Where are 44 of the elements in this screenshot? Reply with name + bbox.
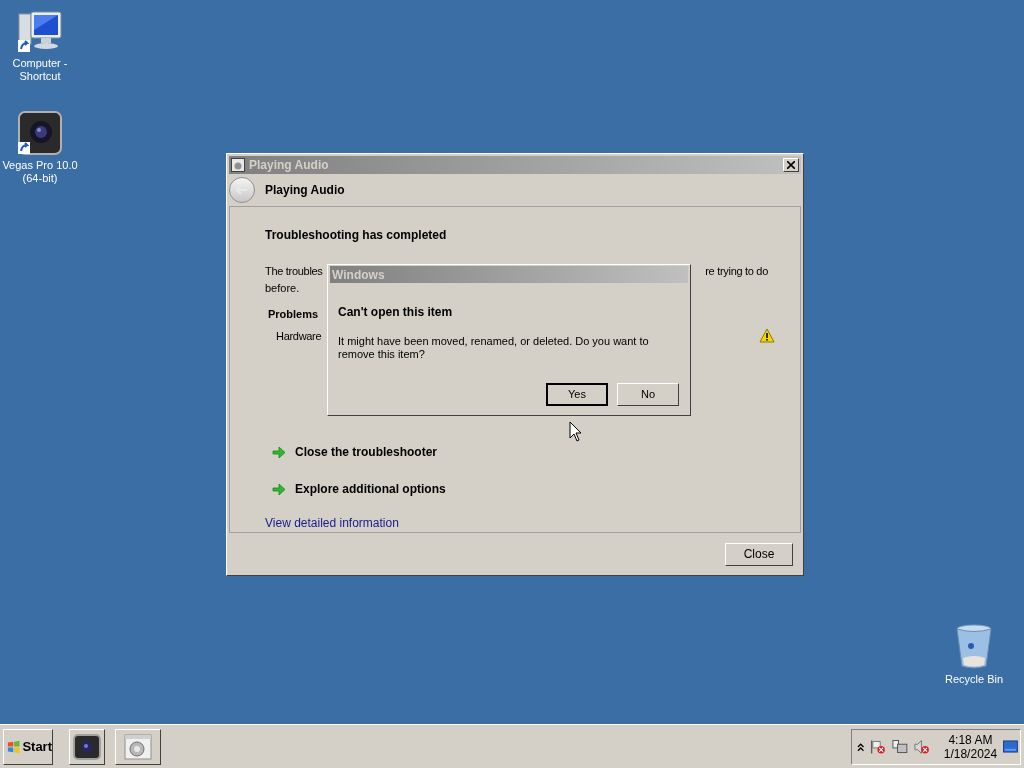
arrow-icon	[272, 445, 286, 459]
close-button[interactable]	[783, 158, 799, 172]
speaker-muted-icon[interactable]	[914, 738, 930, 755]
result-heading: Troubleshooting has completed	[265, 227, 448, 244]
taskbar-button[interactable]	[69, 728, 105, 765]
computer-icon	[17, 10, 63, 54]
problem-name: Hardware	[276, 328, 322, 344]
arrow-icon	[272, 482, 286, 496]
windows-logo-icon	[7, 739, 21, 754]
camera-icon	[73, 733, 101, 760]
clock-time[interactable]: 4:18 AM	[948, 732, 993, 747]
camera-icon	[17, 110, 63, 156]
show-desktop-icon[interactable]	[1003, 740, 1018, 753]
start-button[interactable]: Start	[3, 728, 53, 765]
close-window-button[interactable]: Close	[725, 542, 793, 566]
chevron-up-icon[interactable]	[857, 741, 865, 752]
details-link[interactable]: View detailed information	[265, 514, 399, 532]
problems-label: Problems	[268, 307, 319, 322]
dialog-button[interactable]: No	[617, 383, 679, 406]
mouse-pointer-icon	[569, 421, 582, 442]
option-link[interactable]: Close the troubleshooter	[295, 443, 437, 461]
result-message: The troubles	[265, 264, 323, 279]
taskbar-button[interactable]	[115, 728, 161, 765]
desktop-icon-label[interactable]: Computer - Shortcut	[1, 57, 79, 83]
flag-error-icon[interactable]	[870, 738, 887, 755]
clock-date[interactable]: 1/18/2024	[943, 746, 998, 761]
desktop-icon-label[interactable]: Recycle Bin	[935, 673, 1013, 686]
dialog-heading: Can't open this item	[338, 304, 454, 321]
window-icon	[231, 158, 245, 172]
back-arrow-icon	[236, 185, 248, 195]
desktop-icon-label[interactable]: Vegas Pro 10.0 (64-bit)	[1, 159, 79, 185]
network-icon[interactable]	[892, 738, 908, 755]
result-message: re trying to do	[705, 264, 768, 279]
window-title: Playing Audio	[249, 157, 329, 174]
page-header: Playing Audio	[265, 182, 345, 199]
dialog-message: It might have been moved, renamed, or deleted. Do you want to remove this item?	[338, 335, 650, 361]
dialog-button[interactable]: Yes	[546, 383, 608, 406]
back-button[interactable]	[229, 177, 255, 203]
result-message: before.	[265, 280, 300, 296]
recycle-bin-icon	[954, 624, 994, 670]
troubleshooter-icon	[124, 733, 152, 760]
close-icon	[787, 161, 795, 169]
option-link[interactable]: Explore additional options	[295, 480, 446, 498]
dialog-title: Windows	[332, 266, 385, 284]
